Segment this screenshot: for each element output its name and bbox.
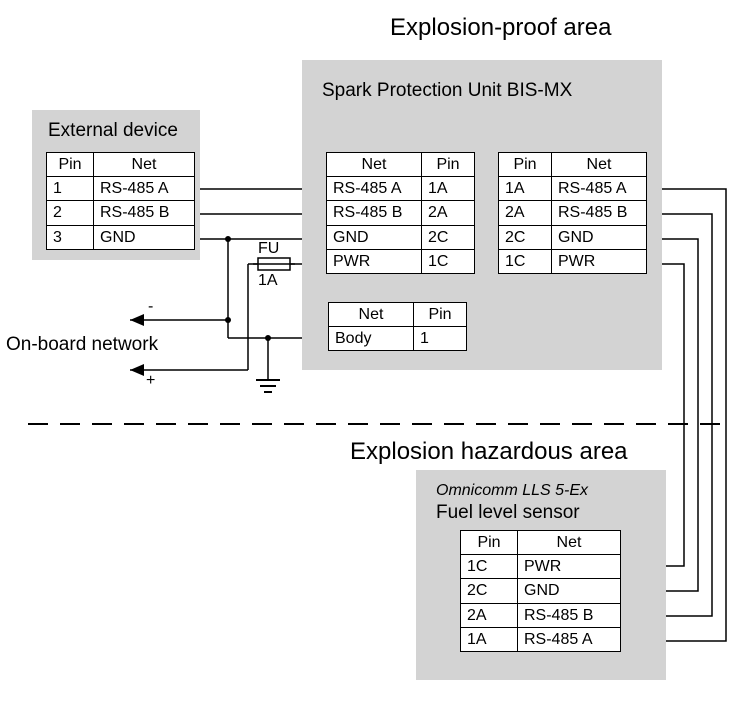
fuse-label: FU [258, 240, 279, 258]
col-net: Net [552, 153, 647, 177]
minus-label: - [148, 298, 153, 316]
spark-left-table: Net Pin RS-485 A1A RS-485 B2A GND2C PWR1… [326, 152, 475, 274]
table-row: RS-485 B2A [327, 201, 475, 225]
table-row: PWR1C [327, 249, 475, 273]
table-row: RS-485 A1A [327, 177, 475, 201]
table-row: 1CPWR [461, 555, 621, 579]
fuse-rating-label: 1A [258, 272, 278, 290]
table-row: 2CGND [499, 225, 647, 249]
fuel-sensor-subtitle: Omnicomm LLS 5-Ex [436, 482, 588, 500]
table-row: 2ARS-485 B [461, 603, 621, 627]
col-pin: Pin [499, 153, 552, 177]
table-row: 1ARS-485 A [499, 177, 647, 201]
col-pin: Pin [47, 153, 94, 177]
fuel-sensor-title: Fuel level sensor [436, 502, 580, 524]
table-row: GND2C [327, 225, 475, 249]
col-net: Net [327, 153, 422, 177]
plus-label: + [146, 372, 155, 390]
col-net: Net [518, 531, 621, 555]
external-device-title: External device [48, 120, 178, 142]
col-net: Net [329, 303, 414, 327]
spark-unit-title: Spark Protection Unit BIS-MX [322, 80, 572, 102]
table-row: 1CPWR [499, 249, 647, 273]
fuel-sensor-table: Pin Net 1CPWR 2CGND 2ARS-485 B 1ARS-485 … [460, 530, 621, 652]
spark-body-table: Net Pin Body1 [328, 302, 467, 351]
table-row: Body1 [329, 327, 467, 351]
table-row: 1RS-485 A [47, 177, 195, 201]
col-pin: Pin [414, 303, 467, 327]
col-pin: Pin [461, 531, 518, 555]
area-title-explosion-proof: Explosion-proof area [390, 14, 611, 42]
col-net: Net [94, 153, 195, 177]
spark-right-table: Pin Net 1ARS-485 A 2ARS-485 B 2CGND 1CPW… [498, 152, 647, 274]
col-pin: Pin [422, 153, 475, 177]
table-row: 2RS-485 B [47, 201, 195, 225]
table-row: 1ARS-485 A [461, 627, 621, 651]
table-row: 3GND [47, 225, 195, 249]
onboard-network-label: On-board network [6, 334, 158, 356]
table-row: 2CGND [461, 579, 621, 603]
area-title-hazardous: Explosion hazardous area [350, 438, 628, 466]
external-device-table: Pin Net 1RS-485 A 2RS-485 B 3GND [46, 152, 195, 250]
table-row: 2ARS-485 B [499, 201, 647, 225]
